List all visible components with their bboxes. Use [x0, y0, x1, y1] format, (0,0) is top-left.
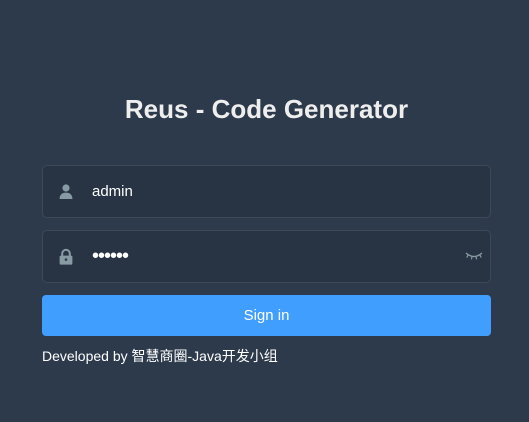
page-title: Reus - Code Generator: [124, 94, 409, 124]
username-input[interactable]: [77, 166, 482, 217]
sign-in-button[interactable]: Sign in: [42, 295, 491, 336]
eye-closed-icon: [465, 252, 483, 260]
password-input[interactable]: [77, 231, 458, 282]
user-icon: [57, 183, 75, 201]
lock-icon: [57, 248, 75, 266]
show-password-toggle[interactable]: [458, 231, 490, 282]
developer-credit: Developed by 智慧商圈-Java开发小组: [42, 348, 278, 364]
username-field: [42, 165, 491, 218]
password-field: [42, 230, 491, 283]
